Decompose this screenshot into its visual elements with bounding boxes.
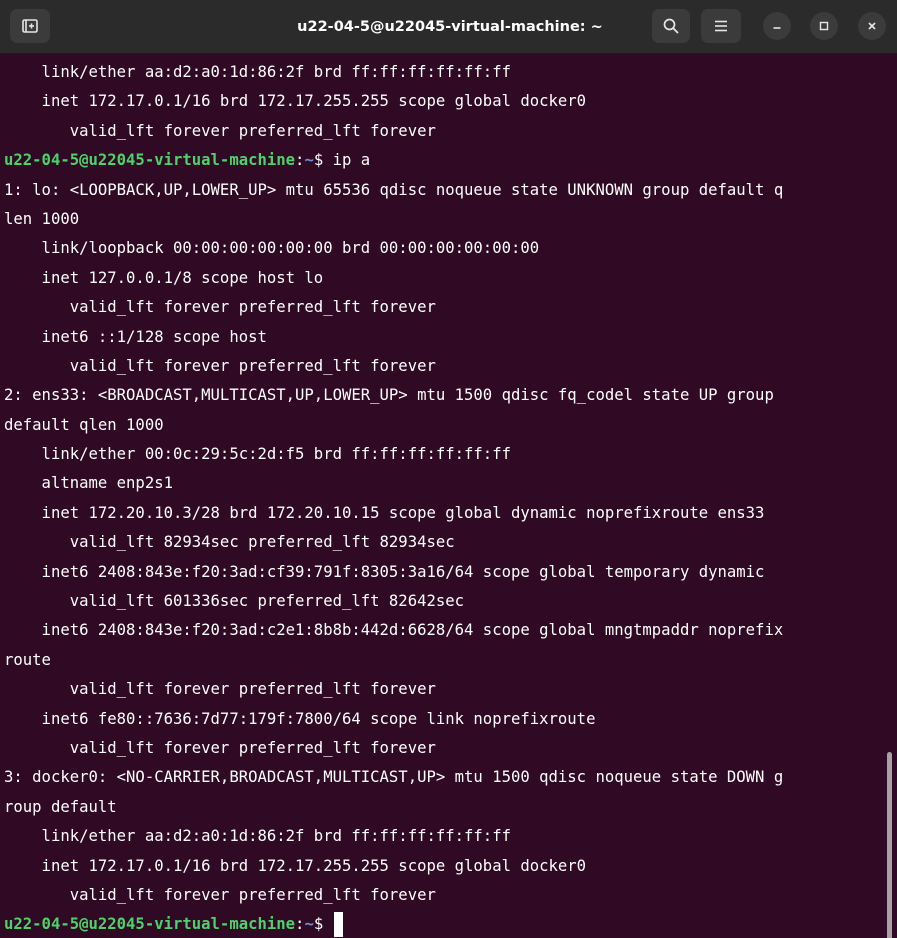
window-title: u22-04-5@u22045-virtual-machine: ~ <box>297 19 603 35</box>
output-line: 2: ens33: <BROADCAST,MULTICAST,UP,LOWER_… <box>4 386 774 405</box>
output-line: len 1000 <box>4 209 80 228</box>
prompt-symbol: $ <box>313 915 333 934</box>
output-line: route <box>4 650 51 669</box>
prompt-symbol: $ <box>313 151 333 170</box>
output-line: valid_lft 82934sec preferred_lft 82934se… <box>4 533 455 552</box>
maximize-icon <box>819 21 829 31</box>
text-cursor <box>333 912 343 938</box>
terminal-output: link/ether aa:d2:a0:1d:86:2f brd ff:ff:f… <box>4 58 783 938</box>
output-line: link/ether aa:d2:a0:1d:86:2f brd ff:ff:f… <box>4 63 511 81</box>
output-line: valid_lft forever preferred_lft forever <box>4 885 436 904</box>
scrollbar-thumb[interactable] <box>887 752 892 938</box>
close-icon <box>868 22 876 30</box>
terminal-viewport[interactable]: link/ether aa:d2:a0:1d:86:2f brd ff:ff:f… <box>0 54 897 938</box>
output-line: valid_lft forever preferred_lft forever <box>4 738 436 757</box>
close-button[interactable] <box>858 12 886 40</box>
maximize-button[interactable] <box>810 12 838 40</box>
output-line: valid_lft forever preferred_lft forever <box>4 356 436 375</box>
hamburger-menu-icon <box>715 20 727 32</box>
output-line: 1: lo: <LOOPBACK,UP,LOWER_UP> mtu 65536 … <box>4 180 784 199</box>
minimize-icon <box>773 27 781 29</box>
output-line: valid_lft forever preferred_lft forever <box>4 121 436 140</box>
output-line: link/loopback 00:00:00:00:00:00 brd 00:0… <box>4 239 540 258</box>
search-icon <box>663 18 679 34</box>
output-line: valid_lft 601336sec preferred_lft 82642s… <box>4 592 465 611</box>
minimize-button[interactable] <box>763 12 791 40</box>
new-tab-icon <box>22 19 38 33</box>
output-line: inet 127.0.0.1/8 scope host lo <box>4 268 324 287</box>
output-line: inet 172.17.0.1/16 brd 172.17.255.255 sc… <box>4 856 587 875</box>
output-line: roup default <box>4 797 117 816</box>
search-button[interactable] <box>652 9 690 43</box>
menu-button[interactable] <box>701 9 741 43</box>
command-text: ip a <box>332 151 371 170</box>
output-line: inet6 2408:843e:f20:3ad:cf39:791f:8305:3… <box>4 562 765 581</box>
prompt-path: ~ <box>304 151 314 170</box>
output-line: link/ether 00:0c:29:5c:2d:f5 brd ff:ff:f… <box>4 445 511 464</box>
output-line: inet6 2408:843e:f20:3ad:c2e1:8b8b:442d:6… <box>4 621 784 640</box>
output-line: altname enp2s1 <box>4 474 173 493</box>
prompt-path: ~ <box>304 915 314 934</box>
prompt-user: u22-04-5@u22045-virtual-machine <box>4 151 296 170</box>
output-line: inet 172.17.0.1/16 brd 172.17.255.255 sc… <box>4 92 587 111</box>
output-line: 3: docker0: <NO-CARRIER,BROADCAST,MULTIC… <box>4 768 784 787</box>
output-line: inet 172.20.10.3/28 brd 172.20.10.15 sco… <box>4 503 765 522</box>
title-bar: u22-04-5@u22045-virtual-machine: ~ <box>0 0 897 54</box>
output-line: inet6 ::1/128 scope host <box>4 327 267 346</box>
prompt-user: u22-04-5@u22045-virtual-machine <box>4 915 296 934</box>
output-line: default qlen 1000 <box>4 415 164 434</box>
output-line: valid_lft forever preferred_lft forever <box>4 298 436 317</box>
prompt-line: u22-04-5@u22045-virtual-machine:~$ <box>4 910 783 938</box>
output-line: link/ether aa:d2:a0:1d:86:2f brd ff:ff:f… <box>4 827 511 846</box>
output-line: valid_lft forever preferred_lft forever <box>4 680 436 699</box>
new-tab-button[interactable] <box>10 9 50 43</box>
prompt-line: u22-04-5@u22045-virtual-machine:~$ ip a <box>4 146 783 175</box>
output-line: inet6 fe80::7636:7d77:179f:7800/64 scope… <box>4 709 596 728</box>
